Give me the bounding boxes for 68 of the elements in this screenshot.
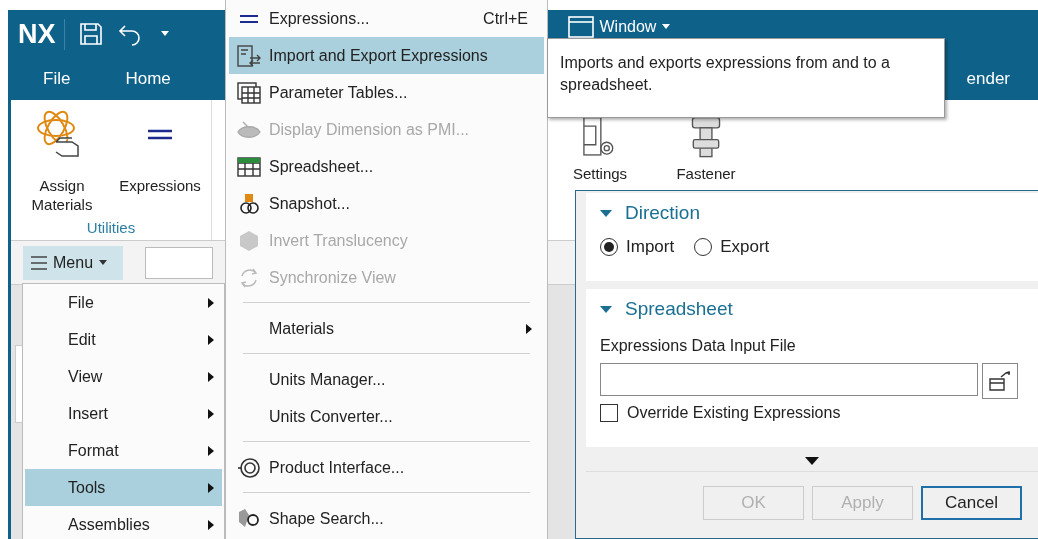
save-icon[interactable] [78,22,103,46]
group-label: Utilities [86,219,136,236]
submenu-arrow-icon [526,323,532,334]
ribbon-command[interactable]: Assign Materials [18,176,106,214]
submenu-arrow-icon [208,482,214,493]
menu-item[interactable]: Units Converter... [229,398,544,435]
submenu-arrow-icon [208,297,214,308]
app-logo: NX [18,18,65,50]
submenu-arrow-icon [208,371,214,382]
collapse-arrow-icon [600,207,612,219]
menu-item[interactable]: Materials [229,310,544,347]
table-icon [237,81,261,104]
ribbon-tab[interactable]: Home [125,69,171,89]
section-header[interactable]: Direction [600,193,1038,233]
command-field[interactable] [145,246,213,279]
radio-button[interactable]: Import [600,237,675,257]
menu-item[interactable]: Spreadsheet... [229,148,544,185]
hexagon-icon [238,229,260,252]
menu-item[interactable]: Import and Export Expressions [229,37,544,74]
caret-icon [99,260,108,265]
submenu-arrow-icon [208,408,214,419]
menu-item[interactable]: Snapshot... [229,185,544,222]
ribbon-command[interactable]: Fastener [676,164,736,183]
menu-item[interactable]: Tools [25,469,222,506]
equals-icon [239,13,259,24]
menu-item[interactable]: Product Interface... [229,449,544,486]
rings-icon [237,192,261,215]
menu-item[interactable]: Parameter Tables... [229,74,544,111]
ribbon-tab[interactable]: ender [966,69,1010,89]
checkbox[interactable]: Override Existing Expressions [600,404,1038,422]
menu-icon [31,255,47,270]
grid-icon [237,156,261,177]
folder-arrow-icon [989,371,1011,391]
window-menu[interactable]: Window [599,18,657,36]
caret-icon[interactable] [662,24,671,30]
tooltip: Imports and exports expressions from and to a spreadsheet. [547,38,945,118]
target-icon [237,456,261,479]
expand-arrow-icon[interactable] [805,457,819,465]
document-arrows-icon [237,44,261,67]
caret-icon[interactable] [160,31,169,37]
ribbon-command[interactable]: Settings [572,164,628,183]
submenu-arrow-icon [208,519,214,530]
collapse-arrow-icon [600,303,612,315]
ribbon-command[interactable]: Expressions [119,176,201,195]
search-icon [237,507,261,530]
submenu-arrow-icon [208,334,214,345]
eye-icon [237,119,261,140]
window-icon[interactable] [567,16,594,38]
submenu-arrow-icon [208,445,214,456]
menu-item[interactable]: View [25,358,222,395]
menu-item[interactable]: Format [25,432,222,469]
field-label: Expressions Data Input File [600,337,797,355]
menu-button[interactable]: Menu [23,245,123,280]
menu-item[interactable]: Assemblies [25,506,222,539]
dialog-button[interactable]: Cancel [921,486,1022,520]
menu-item[interactable]: Units Manager... [229,361,544,398]
shortcut-label: Ctrl+E [483,9,528,28]
browse-button[interactable] [982,363,1018,399]
menu-item[interactable]: File [25,284,222,321]
section-header[interactable]: Spreadsheet [600,289,1038,329]
file-input-field[interactable] [600,363,978,396]
menu-item[interactable]: Edit [25,321,222,358]
menu-item[interactable]: Shape Search... [229,500,544,537]
menu-item[interactable]: Expressions... Ctrl+E [229,0,544,37]
sync-icon [238,266,260,289]
radio-button[interactable]: Export [694,237,770,257]
menu-item[interactable]: Insert [25,395,222,432]
ribbon-tab[interactable]: File [43,69,71,89]
